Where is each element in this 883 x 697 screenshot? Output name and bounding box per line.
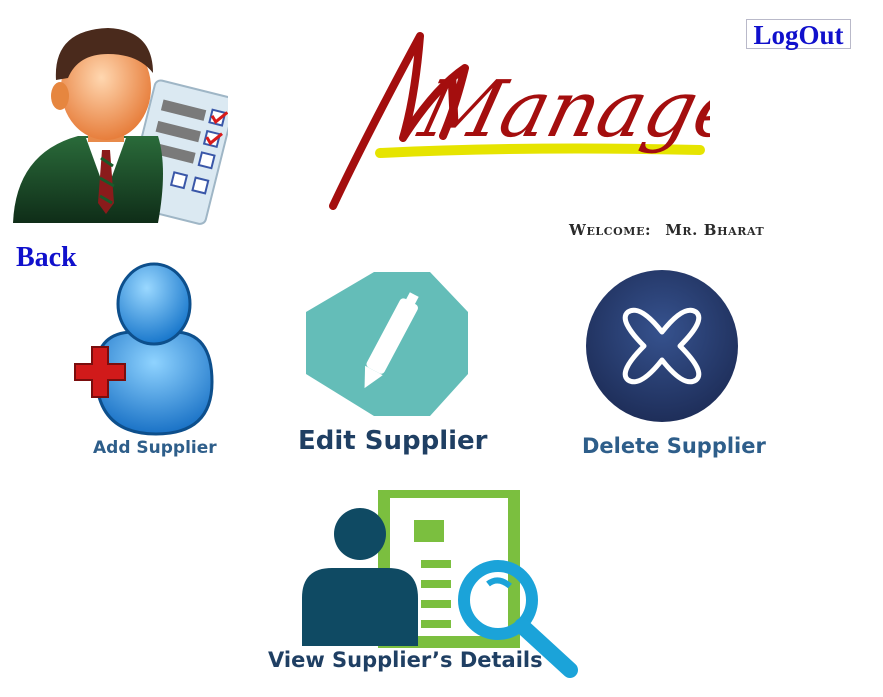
- manager-logo: Manager: [325, 28, 795, 213]
- logout-button[interactable]: LogOut: [746, 19, 851, 50]
- delete-x-icon: [586, 270, 738, 422]
- view-supplier-details-tile[interactable]: View Supplier’s Details: [266, 490, 586, 685]
- delete-supplier-label: Delete Supplier: [582, 434, 766, 458]
- add-supplier-label: Add Supplier: [93, 438, 217, 458]
- add-supplier-tile[interactable]: Add Supplier: [74, 262, 219, 462]
- delete-supplier-tile[interactable]: Delete Supplier: [580, 268, 766, 464]
- logo-text: Manager: [409, 63, 710, 155]
- back-link[interactable]: Back: [16, 242, 77, 274]
- manager-avatar-icon: [8, 18, 236, 236]
- add-user-icon: [74, 262, 214, 436]
- welcome-message: Welcome: Mr. Bharat: [569, 221, 764, 239]
- view-supplier-details-label: View Supplier’s Details: [268, 648, 543, 672]
- edit-supplier-tile[interactable]: Edit Supplier: [298, 266, 493, 462]
- edit-pen-icon: [306, 272, 468, 416]
- user-name: Mr. Bharat: [665, 221, 765, 239]
- edit-supplier-label: Edit Supplier: [298, 426, 488, 456]
- welcome-label: Welcome:: [569, 221, 652, 239]
